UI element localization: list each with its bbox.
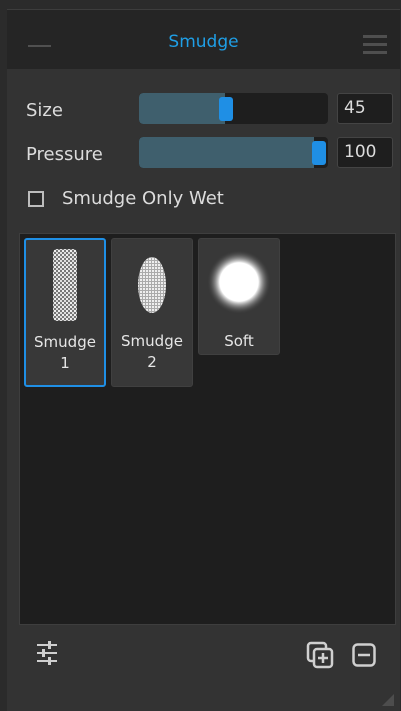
smudge-brush-preview-icon bbox=[53, 249, 77, 321]
pressure-label: Pressure bbox=[26, 144, 103, 165]
smudge-only-wet-label[interactable]: Smudge Only Wet bbox=[62, 188, 224, 209]
brush-grid: Smudge 1 Smudge 2 Soft bbox=[19, 233, 396, 625]
soft-brush-preview-icon bbox=[207, 250, 271, 314]
panel-title: Smudge bbox=[168, 32, 239, 52]
brush-tile-smudge-1[interactable]: Smudge 1 bbox=[24, 238, 106, 387]
smudge-2-brush-preview-icon bbox=[138, 257, 166, 313]
pressure-slider-fill bbox=[139, 137, 314, 168]
size-value-field[interactable]: 45 bbox=[337, 93, 393, 124]
brush-tile-soft[interactable]: Soft bbox=[198, 238, 280, 355]
sliders-icon[interactable] bbox=[36, 640, 58, 666]
hamburger-menu-icon[interactable] bbox=[363, 35, 387, 55]
duplicate-icon[interactable] bbox=[306, 641, 334, 669]
panel-header[interactable]: Smudge bbox=[7, 9, 400, 69]
brush-name: Soft bbox=[224, 332, 254, 350]
size-label: Size bbox=[26, 100, 63, 121]
brush-name: Smudge 2 bbox=[121, 332, 183, 371]
pressure-slider-handle[interactable] bbox=[312, 141, 326, 165]
remove-icon[interactable] bbox=[352, 643, 376, 667]
brush-tile-smudge-2[interactable]: Smudge 2 bbox=[111, 238, 193, 387]
brush-name: Smudge 1 bbox=[34, 333, 96, 372]
resize-grip[interactable] bbox=[382, 694, 394, 706]
pressure-slider[interactable] bbox=[139, 137, 328, 168]
smudge-panel: Smudge Size 45 Pressure 100 Smudge Only … bbox=[7, 9, 400, 711]
pressure-value-field[interactable]: 100 bbox=[337, 137, 393, 168]
size-slider-fill bbox=[139, 93, 225, 124]
size-slider-handle[interactable] bbox=[219, 97, 233, 121]
size-slider[interactable] bbox=[139, 93, 328, 124]
smudge-only-wet-checkbox[interactable] bbox=[28, 191, 44, 207]
